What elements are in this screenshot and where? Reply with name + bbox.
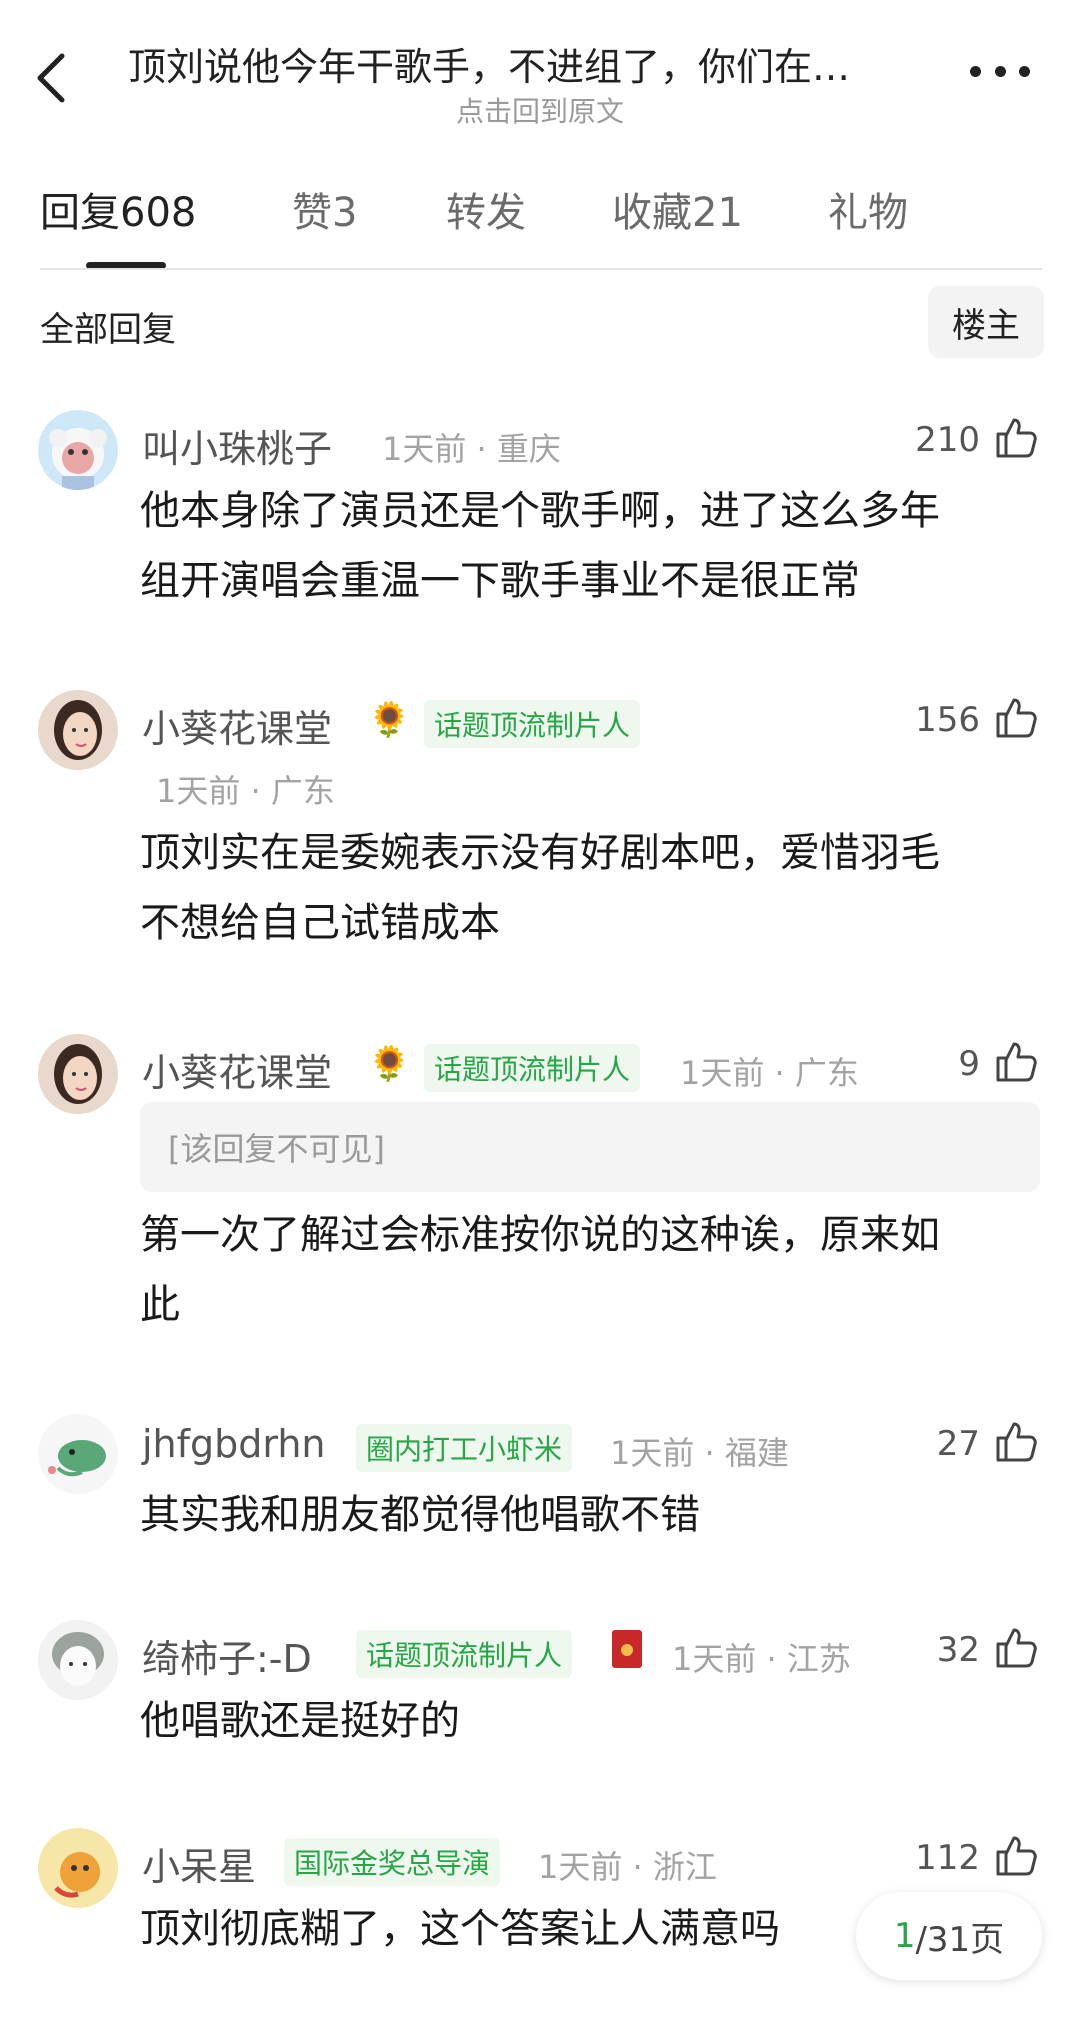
like-count: 210	[915, 420, 980, 460]
more-dots-icon	[970, 65, 981, 77]
sunflower-emoji: 🌻	[368, 700, 411, 740]
tab-replies[interactable]: 回复608	[40, 180, 196, 238]
like-count: 9	[958, 1044, 980, 1084]
user-badge: 国际金奖总导演	[284, 1838, 501, 1886]
avatar[interactable]	[38, 1414, 118, 1494]
more-options-button[interactable]	[970, 56, 1030, 86]
comment-meta: 1天前 · 广东	[680, 1054, 859, 1092]
thumbs-up-icon[interactable]	[994, 1834, 1038, 1878]
red-envelope-icon	[612, 1630, 642, 1677]
all-replies-title: 全部回复	[40, 310, 176, 350]
tab-bar: 回复608 赞3 转发 收藏21 礼物	[0, 180, 1080, 270]
comment-meta: 1天前 · 福建	[610, 1434, 789, 1472]
thumbs-up-icon[interactable]	[994, 1626, 1038, 1670]
avatar[interactable]	[38, 1034, 118, 1114]
user-badge: 话题顶流制片人	[424, 700, 641, 748]
divider	[40, 268, 1042, 270]
comment-text: 第一次了解过会标准按你说的这种诶，原来如 此	[140, 1212, 940, 1328]
avatar[interactable]	[38, 1828, 118, 1908]
comment-text: 其实我和朋友都觉得他唱歌不错	[140, 1492, 700, 1538]
tab-likes[interactable]: 赞3	[292, 180, 357, 238]
comment-meta: 1天前 · 广东	[156, 772, 335, 810]
thumbs-up-icon[interactable]	[994, 696, 1038, 740]
tab-favorites[interactable]: 收藏21	[612, 180, 743, 238]
thumbs-up-icon[interactable]	[994, 1420, 1038, 1464]
quoted-reply-text: [该回复不可见]	[168, 1130, 385, 1168]
username[interactable]: 小呆星	[142, 1836, 256, 1891]
avatar[interactable]	[38, 410, 118, 490]
user-badge: 话题顶流制片人	[356, 1630, 573, 1678]
page-title[interactable]: 顶刘说他今年干歌手，不进组了，你们在…	[128, 36, 948, 91]
like-count: 32	[936, 1630, 980, 1670]
back-to-original-link[interactable]: 点击回到原文	[0, 90, 1080, 130]
total-pages: /31页	[915, 1919, 1005, 1960]
comment-meta: 1天前 · 江苏	[672, 1640, 851, 1678]
username[interactable]: 小葵花课堂	[142, 1042, 332, 1097]
quoted-reply[interactable]: [该回复不可见]	[140, 1102, 1040, 1192]
username[interactable]: 叫小珠桃子	[142, 418, 332, 473]
comment-meta: 1天前 · 重庆	[382, 430, 561, 468]
tab-reposts[interactable]: 转发	[446, 180, 526, 238]
thumbs-up-icon[interactable]	[994, 1040, 1038, 1084]
comment-meta: 1天前 · 浙江	[538, 1848, 717, 1886]
op-only-button[interactable]: 楼主	[928, 286, 1044, 358]
user-badge: 圈内打工小虾米	[356, 1424, 573, 1472]
like-count: 27	[936, 1424, 980, 1464]
username[interactable]: jhfgbdrhn	[142, 1422, 326, 1466]
top-bar: 顶刘说他今年干歌手，不进组了，你们在… 点击回到原文	[0, 0, 1080, 150]
thumbs-up-icon[interactable]	[994, 416, 1038, 460]
avatar[interactable]	[38, 690, 118, 770]
username[interactable]: 绮柿子:-D	[142, 1628, 312, 1683]
current-page: 1	[893, 1916, 916, 1956]
page-indicator-button[interactable]: 1/31页	[856, 1892, 1042, 1980]
username[interactable]: 小葵花课堂	[142, 698, 332, 753]
like-count: 156	[915, 700, 980, 740]
sunflower-emoji: 🌻	[368, 1044, 411, 1084]
comment-text: 他唱歌还是挺好的	[140, 1698, 460, 1744]
user-badge: 话题顶流制片人	[424, 1044, 641, 1092]
comment-text: 他本身除了演员还是个歌手啊，进了这么多年 组开演唱会重温一下歌手事业不是很正常	[140, 488, 940, 604]
avatar[interactable]	[38, 1620, 118, 1700]
comment-text: 顶刘实在是委婉表示没有好剧本吧，爱惜羽毛 不想给自己试错成本	[140, 830, 940, 946]
like-count: 112	[915, 1838, 980, 1878]
tab-gifts[interactable]: 礼物	[828, 180, 908, 238]
